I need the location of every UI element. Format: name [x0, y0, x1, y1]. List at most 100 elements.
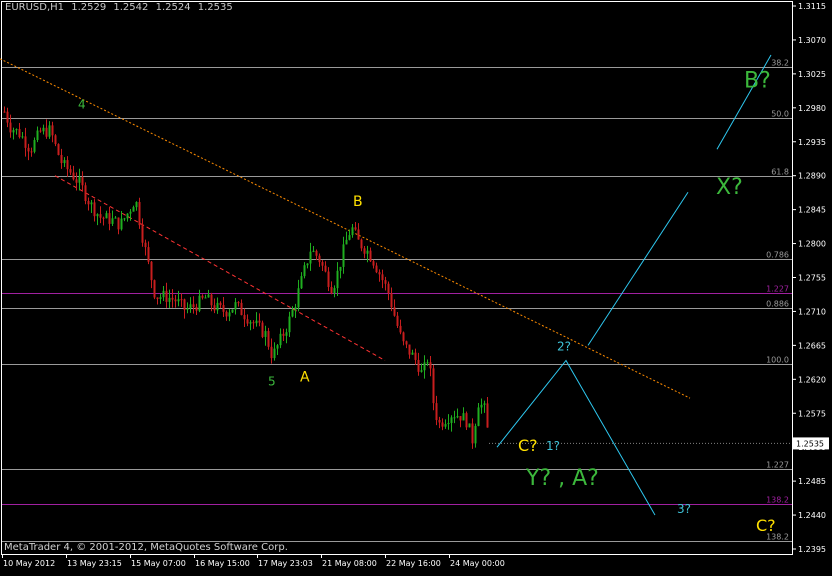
candle-body [36, 130, 39, 141]
fib-level-label: 1.227 [766, 285, 789, 294]
candle-body [135, 202, 138, 208]
candle-body [300, 276, 303, 289]
candle-body [195, 307, 198, 311]
candle-body [60, 154, 63, 164]
wave-label: C? [756, 516, 776, 535]
candle-body [63, 160, 66, 164]
candle-body [414, 352, 417, 360]
y-tick-label: 1.2575 [798, 409, 826, 418]
candle-body [306, 263, 309, 266]
candle-body [144, 242, 147, 248]
candle-body [285, 332, 288, 336]
x-tick-label: 24 May 00:00 [450, 559, 505, 568]
fib-level-label: 0.786 [766, 251, 789, 260]
candle-body [228, 312, 231, 317]
candle-body [33, 140, 36, 152]
wave-label: 4 [78, 98, 86, 112]
candle-body [375, 265, 378, 273]
candle-body [207, 294, 210, 298]
candle-body [72, 172, 75, 180]
candle-body [96, 214, 99, 217]
candle-body [330, 286, 333, 294]
candle-body [309, 251, 312, 264]
candle-body [99, 214, 102, 218]
candle-body [15, 129, 18, 131]
candle-body [381, 274, 384, 281]
candle-body [360, 239, 363, 249]
y-tick-label: 1.2890 [798, 172, 826, 181]
candle-body [30, 151, 33, 153]
candle-body [468, 423, 471, 428]
candle-body [177, 299, 180, 302]
wave-label: 5 [268, 374, 276, 388]
candle-body [342, 244, 345, 267]
fib-level-label: 138.2 [766, 496, 789, 505]
candle-body [258, 320, 261, 323]
fib-level-label: 38.2 [771, 59, 789, 68]
wave-label: B [353, 194, 363, 210]
symbol-info: EURUSD,H1 1.2529 1.2542 1.2524 1.2535 [5, 2, 237, 13]
candle-body [87, 201, 90, 205]
candle-body [54, 135, 57, 145]
chart-window[interactable]: 38.2 50.0 61.8 0.786 1.227 0.886 100.0 1.227 138… [0, 0, 832, 576]
fib-level-label: 1.227 [766, 461, 789, 470]
candle-body [339, 266, 342, 271]
candle-body [192, 304, 195, 308]
y-tick-label: 1.2845 [798, 206, 826, 215]
candle-body [378, 272, 381, 275]
candle-body [168, 297, 171, 302]
candle-body [24, 136, 27, 148]
candle-body [474, 425, 477, 444]
candle-body [453, 417, 456, 419]
candle-body [114, 217, 117, 219]
candle-body [441, 422, 444, 427]
candle-body [210, 294, 213, 306]
candle-body [357, 229, 360, 240]
candle-body [213, 305, 216, 311]
fib-level-label: 50.0 [771, 110, 789, 119]
y-tick-label: 1.3025 [798, 70, 826, 79]
candle-body [57, 144, 60, 155]
trendline-upper-channel [0, 58, 691, 399]
projection-x-leg [587, 192, 689, 346]
wave-label: 2? [557, 340, 571, 354]
wave-label: Y? , A? [525, 466, 599, 491]
candle-body [267, 331, 270, 347]
candle-body [363, 248, 366, 254]
candle-body [147, 247, 150, 262]
low-price: 1.2524 [155, 2, 191, 13]
candle-body [162, 290, 165, 298]
price-chart[interactable]: 38.2 50.0 61.8 0.786 1.227 0.886 100.0 1.227 138… [0, 0, 832, 576]
candle-body [369, 250, 372, 262]
candle-body [393, 307, 396, 316]
candle-body [81, 177, 84, 186]
candle-body [297, 288, 300, 308]
candle-body [204, 297, 207, 299]
candle-body [246, 319, 249, 324]
candle-body [6, 111, 9, 123]
wave-label: C? [518, 436, 538, 455]
candle-body [318, 255, 321, 263]
candle-body [51, 125, 54, 136]
candle-body [279, 333, 282, 346]
candle-body [273, 348, 276, 359]
candle-body [159, 297, 162, 300]
candle-body [126, 213, 129, 219]
candle-body [417, 359, 420, 372]
y-tick-label: 1.2395 [798, 545, 826, 554]
candle-body [174, 299, 177, 302]
open-price: 1.2529 [71, 2, 107, 13]
candle-body [420, 370, 423, 372]
candle-body [432, 368, 435, 404]
candle-body [390, 293, 393, 308]
candle-body [138, 202, 141, 226]
candle-body [222, 305, 225, 312]
x-tick-label: 21 May 08:00 [322, 559, 377, 568]
candle-body [465, 413, 468, 428]
candle-body [171, 297, 174, 300]
candle-body [249, 322, 252, 324]
wave-label: 3? [677, 502, 691, 516]
fib-level-label: 100.0 [766, 356, 789, 365]
candle-body [480, 404, 483, 408]
candle-body [483, 403, 486, 405]
